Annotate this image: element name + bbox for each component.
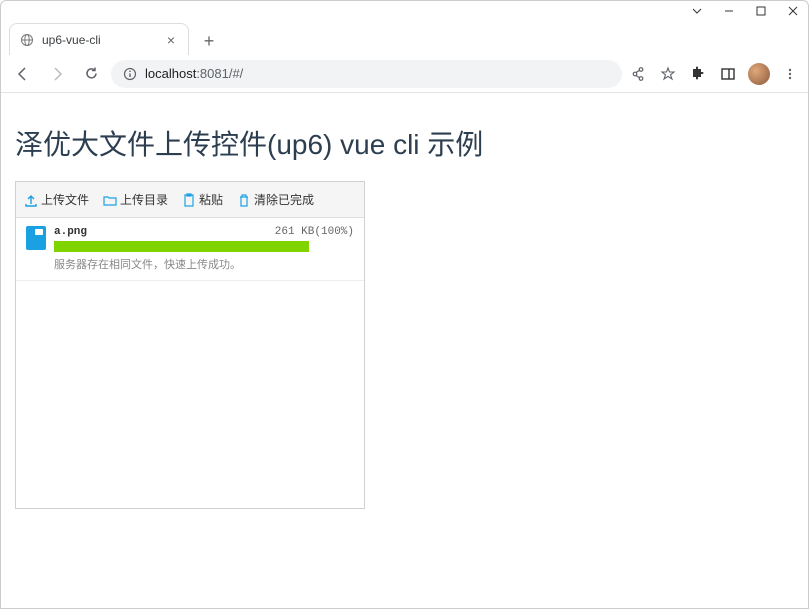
upload-file-button[interactable]: 上传文件 [24, 191, 89, 208]
address-bar[interactable]: localhost:8081/#/ [111, 60, 622, 88]
share-icon[interactable] [628, 64, 648, 84]
file-size: 261 KB(100%) [275, 226, 354, 238]
clear-label: 清除已完成 [254, 191, 314, 208]
panel-icon[interactable] [718, 64, 738, 84]
folder-icon [103, 193, 117, 207]
profile-avatar[interactable] [748, 63, 770, 85]
back-button[interactable] [9, 60, 37, 88]
file-status: 服务器存在相同文件，快速上传成功。 [54, 256, 354, 272]
menu-icon[interactable] [780, 64, 800, 84]
close-tab-icon[interactable]: × [164, 33, 178, 47]
page-content: 泽优大文件上传控件(up6) vue cli 示例 上传文件 上传目录 粘贴 [1, 93, 808, 608]
paste-button[interactable]: 粘贴 [182, 191, 223, 208]
uploader-file-list[interactable]: a.png 261 KB(100%) 服务器存在相同文件，快速上传成功。 [16, 218, 364, 508]
maximize-icon[interactable] [754, 4, 768, 18]
clear-button[interactable]: 清除已完成 [237, 191, 314, 208]
dropdown-icon[interactable] [690, 4, 704, 18]
reload-button[interactable] [77, 60, 105, 88]
upload-file-label: 上传文件 [41, 191, 89, 208]
paste-label: 粘贴 [199, 191, 223, 208]
file-item: a.png 261 KB(100%) 服务器存在相同文件，快速上传成功。 [16, 218, 364, 281]
uploader-toolbar: 上传文件 上传目录 粘贴 清除已完成 [16, 182, 364, 218]
close-window-icon[interactable] [786, 4, 800, 18]
page-title: 泽优大文件上传控件(up6) vue cli 示例 [15, 123, 794, 163]
uploader-widget: 上传文件 上传目录 粘贴 清除已完成 [15, 181, 365, 509]
progress-bar [54, 241, 309, 252]
forward-button[interactable] [43, 60, 71, 88]
minimize-icon[interactable] [722, 4, 736, 18]
url-path: :8081/#/ [196, 66, 243, 81]
clipboard-icon [182, 193, 196, 207]
file-name: a.png [54, 226, 87, 238]
toolbar-right [628, 63, 800, 85]
url-text: localhost:8081/#/ [145, 66, 243, 81]
upload-dir-button[interactable]: 上传目录 [103, 191, 168, 208]
window-controls [1, 1, 808, 19]
upload-file-icon [24, 193, 38, 207]
extensions-icon[interactable] [688, 64, 708, 84]
tab-title: up6-vue-cli [42, 33, 156, 47]
globe-icon [20, 33, 34, 47]
browser-tab[interactable]: up6-vue-cli × [9, 23, 189, 55]
file-header: a.png 261 KB(100%) [54, 226, 354, 238]
file-type-icon [26, 226, 46, 250]
info-icon[interactable] [123, 67, 137, 81]
star-icon[interactable] [658, 64, 678, 84]
tab-strip: up6-vue-cli × + [1, 19, 808, 55]
url-host: localhost [145, 66, 196, 81]
trash-icon [237, 193, 251, 207]
upload-dir-label: 上传目录 [120, 191, 168, 208]
file-info: a.png 261 KB(100%) 服务器存在相同文件，快速上传成功。 [54, 226, 354, 272]
new-tab-button[interactable]: + [195, 27, 223, 55]
browser-toolbar: localhost:8081/#/ [1, 55, 808, 93]
